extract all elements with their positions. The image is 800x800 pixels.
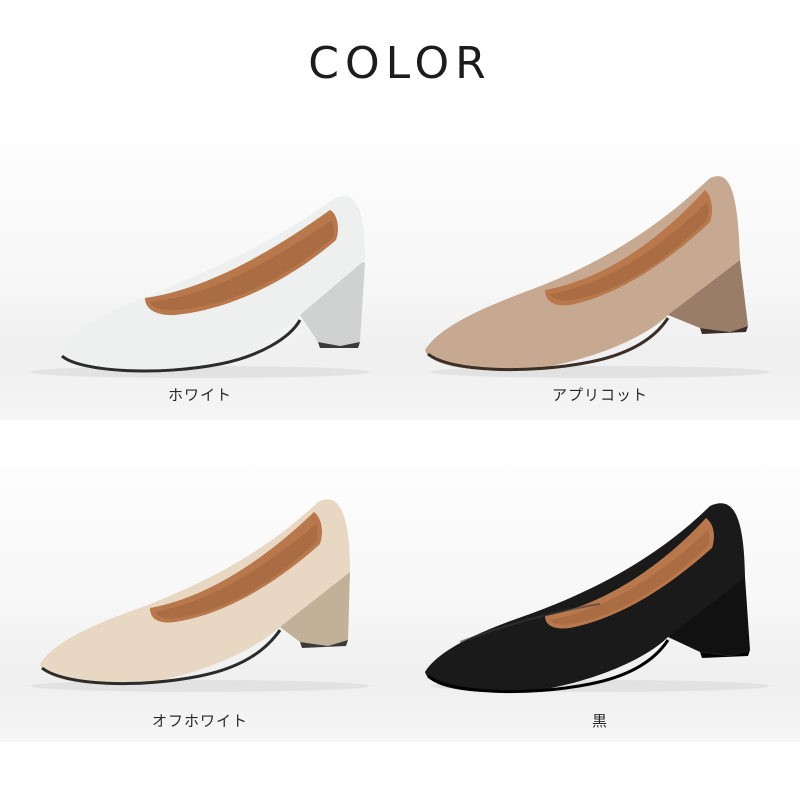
shoe-image-apricot — [425, 176, 770, 378]
color-variant-white[interactable]: ホワイト — [0, 110, 400, 430]
color-label-apricot: アプリコット — [551, 386, 648, 404]
color-variant-black[interactable]: 黒 — [400, 432, 800, 752]
shoe-image-white — [30, 195, 370, 378]
shoe-image-black — [425, 503, 770, 694]
color-label-black: 黒 — [591, 712, 608, 730]
shoe-image-off-white — [30, 499, 370, 692]
color-variant-apricot[interactable]: アプリコット — [400, 110, 800, 430]
color-variant-off-white[interactable]: オフホワイト — [0, 432, 400, 752]
page-title: COLOR — [308, 38, 492, 89]
color-label-white: ホワイト — [167, 386, 232, 404]
color-label-off-white: オフホワイト — [151, 712, 248, 730]
